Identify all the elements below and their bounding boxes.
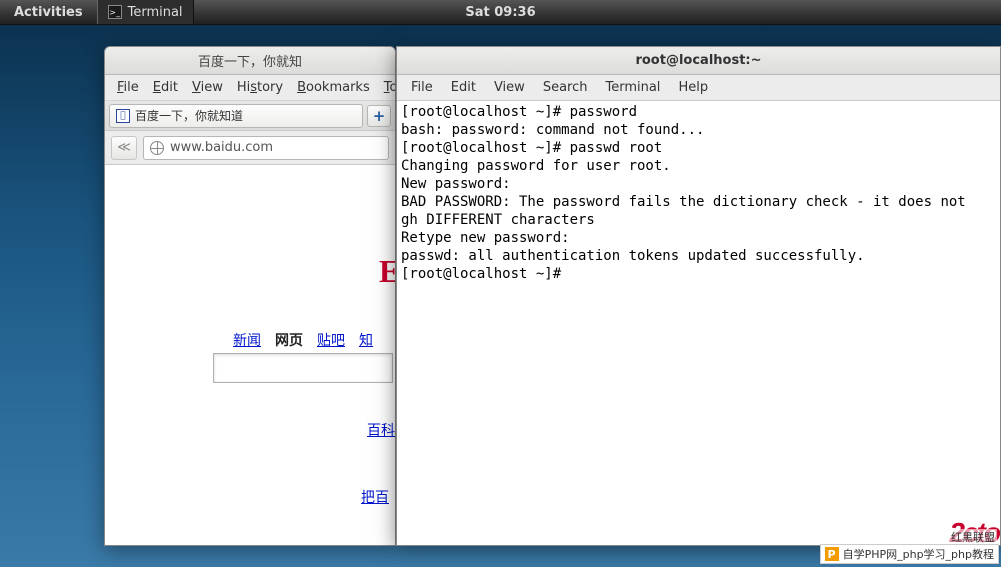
baidu-search-input[interactable] <box>213 353 393 383</box>
back-button[interactable]: ≪ <box>111 136 137 160</box>
menu-bookmarks[interactable]: Bookmarks <box>291 78 376 97</box>
baidu-nav: 新闻 网页 贴吧 知 <box>233 330 373 350</box>
globe-icon <box>150 141 164 155</box>
nav-more[interactable]: 把百 <box>361 487 389 507</box>
url-text: www.baidu.com <box>170 140 273 155</box>
top-panel: Activities >_ Terminal Sat 09:36 <box>0 0 1001 25</box>
nav-web[interactable]: 网页 <box>275 330 303 350</box>
taskbar-terminal-label: Terminal <box>128 5 183 20</box>
term-menu-terminal[interactable]: Terminal <box>597 78 668 97</box>
menu-file[interactable]: FFileile <box>111 78 145 97</box>
watermark-footer-text: 自学PHP网_php学习_php教程 <box>843 546 994 562</box>
menu-view[interactable]: View <box>186 78 229 97</box>
menu-edit[interactable]: Edit <box>147 78 184 97</box>
watermark-footer: P 自学PHP网_php学习_php教程 <box>820 544 999 564</box>
baidu-logo-fragment: E <box>379 253 395 290</box>
watermark-sub: 红黑联盟 <box>949 529 997 545</box>
menu-history[interactable]: History <box>231 78 289 97</box>
term-menu-edit[interactable]: Edit <box>443 78 484 97</box>
terminal-window: root@localhost:~ File Edit View Search T… <box>396 46 1001 546</box>
browser-toolbar: ≪ www.baidu.com <box>105 131 395 165</box>
browser-tab-baidu[interactable]: 󰄛 百度一下，你就知道 <box>109 104 363 128</box>
term-menu-search[interactable]: Search <box>535 78 596 97</box>
activities-button[interactable]: Activities <box>0 5 97 20</box>
nav-news[interactable]: 新闻 <box>233 330 261 350</box>
terminal-icon: >_ <box>108 5 122 19</box>
term-menu-help[interactable]: Help <box>670 78 716 97</box>
browser-page: E 新闻 网页 贴吧 知 百科 把百 <box>105 165 395 545</box>
browser-tab-label: 百度一下，你就知道 <box>135 107 243 124</box>
php-icon: P <box>825 547 839 561</box>
taskbar-terminal[interactable]: >_ Terminal <box>97 0 194 24</box>
nav-tieba[interactable]: 贴吧 <box>317 330 345 350</box>
nav-zhi[interactable]: 知 <box>359 330 373 350</box>
terminal-menubar: File Edit View Search Terminal Help <box>397 75 1000 101</box>
url-bar[interactable]: www.baidu.com <box>143 136 389 160</box>
term-menu-file[interactable]: File <box>403 78 441 97</box>
menu-tools[interactable]: To <box>378 78 396 97</box>
nav-baike[interactable]: 百科 <box>367 420 395 440</box>
terminal-titlebar[interactable]: root@localhost:~ <box>397 47 1000 75</box>
browser-tabbar: 󰄛 百度一下，你就知道 + <box>105 101 395 131</box>
browser-titlebar[interactable]: 百度一下，你就知 <box>105 47 395 75</box>
browser-menubar: FFileile Edit View History Bookmarks To <box>105 75 395 101</box>
new-tab-button[interactable]: + <box>367 105 391 127</box>
term-menu-view[interactable]: View <box>486 78 533 97</box>
panel-clock[interactable]: Sat 09:36 <box>465 5 535 20</box>
terminal-body[interactable]: [root@localhost ~]# password bash: passw… <box>397 101 1000 545</box>
browser-window: 百度一下，你就知 FFileile Edit View History Book… <box>104 46 396 546</box>
baidu-favicon-icon: 󰄛 <box>116 109 130 123</box>
